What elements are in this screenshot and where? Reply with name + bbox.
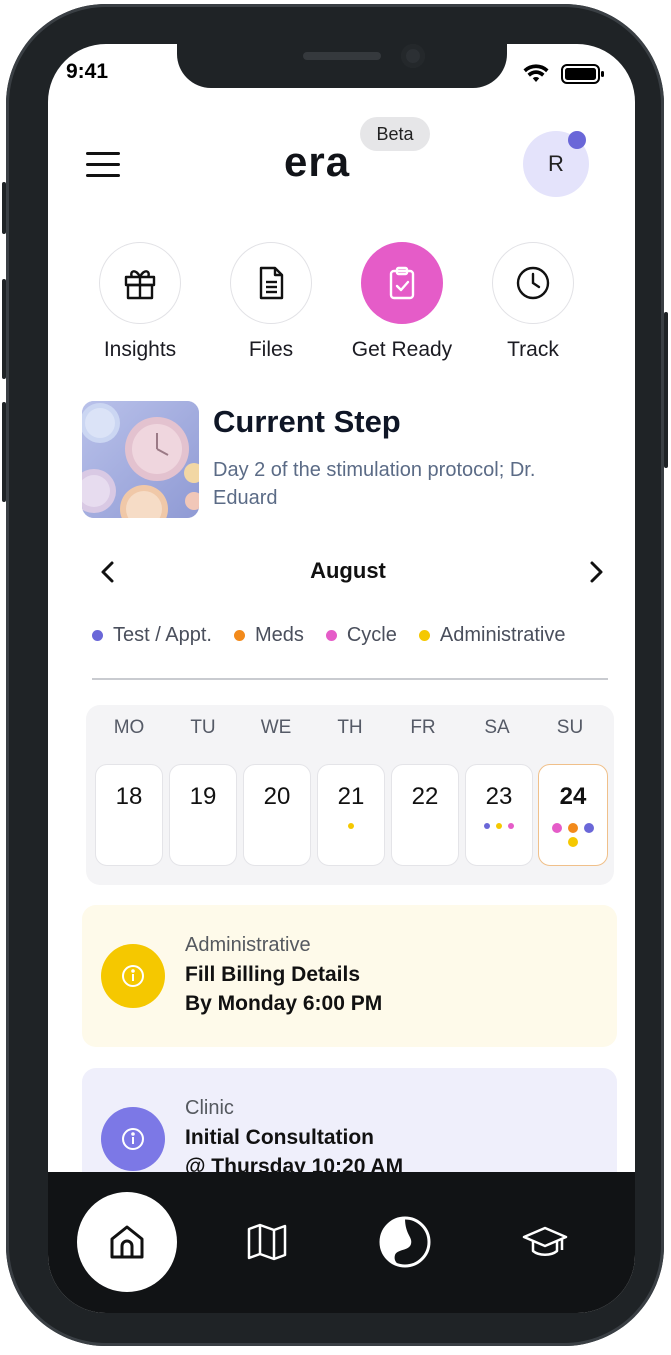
- legend-label: Meds: [254, 624, 304, 646]
- quick-action-label: Files: [248, 338, 294, 361]
- day-number: 22: [411, 783, 439, 810]
- legend-item-administrative: Administrative: [418, 624, 566, 647]
- month-navigation: August: [88, 554, 608, 590]
- legend-label: Cycle: [346, 624, 397, 646]
- nav-cycle[interactable]: [355, 1192, 455, 1292]
- day-number: 20: [263, 783, 291, 810]
- day-number: 24: [559, 783, 587, 810]
- nav-learn[interactable]: [495, 1192, 595, 1292]
- app-logo: era: [284, 138, 351, 185]
- camera: [401, 44, 425, 68]
- day-number: 19: [189, 783, 217, 810]
- event-dot: [568, 823, 578, 833]
- task-card-administrative[interactable]: Administrative Fill Billing Details By M…: [82, 905, 617, 1047]
- day-cell-selected[interactable]: 24: [538, 764, 608, 866]
- phone-frame: 9:41 era Beta R Insights Files Get Ready…: [2, 4, 668, 1346]
- divider: [92, 678, 608, 680]
- bottom-navigation: [48, 1172, 635, 1313]
- day-cell[interactable]: 20: [243, 764, 311, 866]
- task-title: Fill Billing Details: [185, 963, 361, 986]
- status-time: 9:41: [66, 60, 109, 83]
- info-icon: [101, 944, 165, 1008]
- task-title: Initial Consultation: [185, 1126, 374, 1149]
- current-step-title: Current Step: [213, 404, 401, 439]
- legend-item-test: Test / Appt.: [92, 624, 212, 647]
- legend-dot: [418, 630, 430, 641]
- task-category: Clinic: [185, 1097, 234, 1119]
- month-label: August: [310, 558, 386, 583]
- nav-map[interactable]: [217, 1192, 317, 1292]
- weekday-label: SA: [484, 717, 510, 738]
- legend-item-cycle: Cycle: [325, 624, 397, 647]
- beta-badge: Beta: [360, 117, 430, 151]
- quick-action-track[interactable]: Track: [473, 242, 593, 362]
- hamburger-menu-icon[interactable]: [86, 152, 120, 178]
- current-step-subtitle: Day 2 of the stimulation protocol; Dr. E…: [213, 459, 536, 509]
- gift-icon: [99, 242, 181, 324]
- weekday-label: TH: [337, 717, 363, 738]
- day-number: 18: [115, 783, 143, 810]
- quick-action-insights[interactable]: Insights: [80, 242, 200, 362]
- chevron-right-icon[interactable]: [586, 560, 606, 584]
- power-button: [664, 312, 668, 468]
- event-dot: [568, 837, 578, 847]
- notch: [177, 44, 507, 88]
- task-detail: By Monday 6:00 PM: [185, 992, 383, 1015]
- info-icon: [101, 1107, 165, 1171]
- graduation-cap-icon: [522, 1226, 568, 1256]
- status-icons: [523, 63, 605, 85]
- event-dot: [552, 823, 562, 833]
- quick-action-label: Insights: [103, 338, 177, 361]
- day-event-dots: [466, 823, 532, 829]
- weekday-label: MO: [113, 717, 145, 738]
- weekday-label: FR: [410, 717, 436, 738]
- week-calendar: MO TU WE TH FR SA SU 18 19 20 21 22 23 2…: [86, 705, 614, 885]
- day-number: 21: [337, 783, 365, 810]
- nav-home[interactable]: [77, 1192, 177, 1292]
- notification-dot: [568, 131, 586, 149]
- legend-dot: [325, 630, 337, 641]
- weekday-label: WE: [260, 717, 292, 738]
- day-cell[interactable]: 22: [391, 764, 459, 866]
- legend-label: Test / Appt.: [113, 624, 212, 646]
- app-screen: 9:41 era Beta R Insights Files Get Ready…: [48, 44, 635, 1313]
- event-dot: [484, 823, 490, 829]
- wifi-icon: [523, 64, 549, 82]
- map-icon: [247, 1223, 287, 1261]
- day-cell[interactable]: 19: [169, 764, 237, 866]
- current-step-image: [82, 401, 199, 518]
- speaker: [303, 52, 381, 60]
- legend-dot: [92, 630, 103, 641]
- quick-action-files[interactable]: Files: [211, 242, 331, 362]
- volume-up-button: [2, 279, 6, 379]
- weekday-label: SU: [556, 717, 584, 738]
- legend-label: Administrative: [439, 624, 566, 646]
- day-cell[interactable]: 18: [95, 764, 163, 866]
- legend-dot: [233, 630, 245, 641]
- clipboard-check-icon: [361, 242, 443, 324]
- day-cell[interactable]: 21: [317, 764, 385, 866]
- home-icon: [110, 1225, 144, 1259]
- legend-item-meds: Meds: [233, 624, 304, 647]
- task-category: Administrative: [185, 934, 311, 956]
- calendar-legend: Test / Appt. Meds Cycle Administrative: [92, 624, 565, 647]
- document-icon: [230, 242, 312, 324]
- volume-down-button: [2, 402, 6, 502]
- quick-action-label: Track: [507, 338, 559, 361]
- day-cell[interactable]: 23: [465, 764, 533, 866]
- event-dot: [508, 823, 514, 829]
- event-dot: [348, 823, 354, 829]
- battery-icon: [561, 64, 604, 84]
- mute-switch: [2, 182, 6, 234]
- cycle-icon: [379, 1216, 431, 1268]
- clock-icon: [492, 242, 574, 324]
- weekday-label: TU: [190, 717, 216, 738]
- event-dot: [584, 823, 594, 833]
- day-event-dots: [550, 823, 596, 847]
- quick-action-label: Get Ready: [351, 338, 453, 361]
- event-dot: [496, 823, 502, 829]
- quick-action-get-ready[interactable]: Get Ready: [342, 242, 462, 362]
- day-number: 23: [485, 783, 513, 810]
- day-event-dots: [318, 823, 384, 829]
